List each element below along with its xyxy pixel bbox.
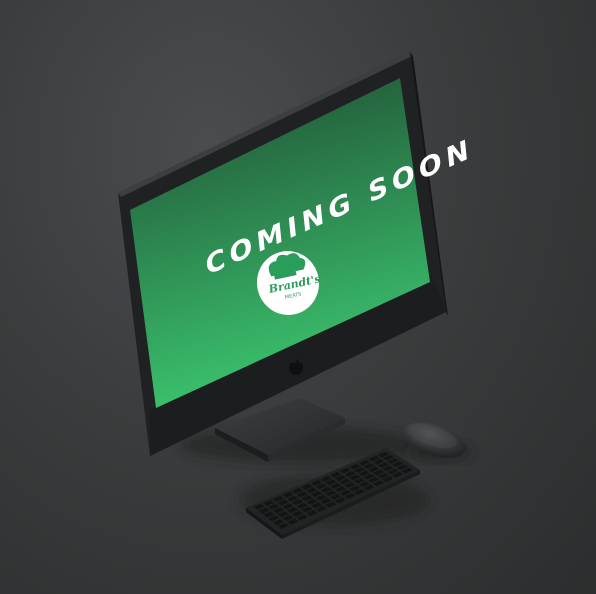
scene: COMING SOON Brandt's MEATS bbox=[118, 52, 474, 539]
